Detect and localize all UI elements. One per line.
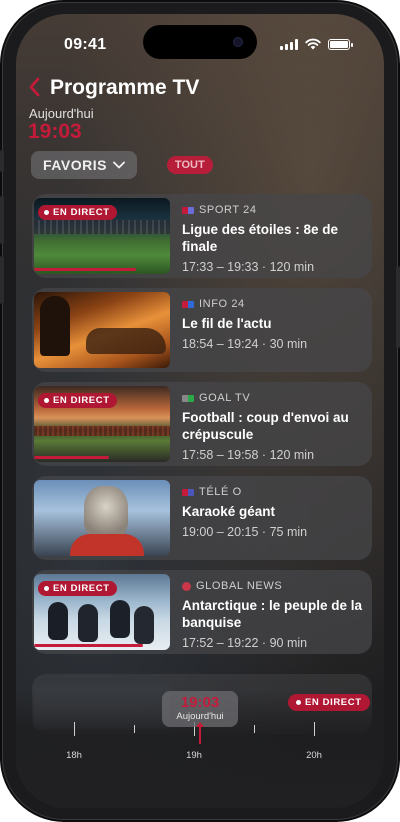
program-card[interactable]: EN DIRECT GLOBAL NEWS Antarctique : le p… [32,570,372,654]
header: Programme TV [28,76,199,100]
program-card[interactable]: EN DIRECT GOAL TV Football : coup d'envo… [32,382,372,466]
now-marker [196,722,204,744]
channel-logo-icon [182,394,194,402]
now-label: Aujourd'hui [176,711,224,722]
channel-name: INFO 24 [182,298,364,310]
chevron-down-icon [113,161,125,169]
channel-logo-icon [182,581,191,591]
status-icons [280,38,353,50]
cellular-signal-icon [280,38,298,50]
live-badge: EN DIRECT [38,205,117,220]
program-card[interactable]: EN DIRECT SPORT 24 Ligue des étoiles : 8… [32,194,372,278]
program-title: Football : coup d'envoi au crépuscule [182,410,349,442]
program-times: 19:00 – 20:15 · 75 min [182,525,308,539]
current-time: 19:03 [28,120,82,143]
power-button [396,266,400,348]
program-thumbnail: EN DIRECT [34,386,170,462]
program-thumbnail: EN DIRECT [34,574,170,650]
all-filter-label: TOUT [174,159,205,171]
favorites-filter-label: FAVORIS [43,157,107,173]
page-title: Programme TV [50,76,200,99]
program-thumbnail [34,292,170,368]
program-card[interactable]: TÉLÉ O Karaoké géant 19:00 – 20:15 · 75 … [32,476,372,560]
volume-up-button [0,196,4,244]
all-filter-button[interactable]: TOUT [166,156,213,174]
hour-label: 18h [66,750,82,761]
progress-bar [34,644,143,647]
progress-bar [34,268,136,271]
channel-name: SPORT 24 [182,204,364,216]
back-chevron-icon[interactable] [28,77,40,99]
action-button [0,150,4,172]
program-thumbnail: EN DIRECT [34,198,170,274]
program-thumbnail [34,480,170,556]
live-button[interactable]: EN DIRECT [288,694,370,711]
favorites-filter-button[interactable]: FAVORIS [31,151,137,179]
screen: 09:41 Programme TV Aujourd'hui 19:03 FAV… [16,14,384,808]
channel-logo-icon [182,488,194,496]
wifi-icon [305,38,321,50]
live-dot-icon [296,700,301,705]
status-time: 09:41 [64,36,107,53]
program-title: Le fil de l'actu [182,316,272,331]
progress-bar [34,456,109,459]
program-times: 17:58 – 19:58 · 120 min [182,448,315,462]
channel-name: GOAL TV [182,392,364,404]
filter-bar: FAVORIS TOUT [31,151,213,179]
now-time: 19:03 [180,694,220,711]
program-times: 17:52 – 19:22 · 90 min [182,636,308,650]
channel-logo-icon [182,300,194,308]
hour-label: 20h [306,750,322,761]
channel-logo-icon [182,206,194,214]
program-list: EN DIRECT SPORT 24 Ligue des étoiles : 8… [32,194,372,664]
hour-label: 19h [186,750,202,761]
program-times: 17:33 – 19:33 · 120 min [182,260,315,274]
live-badge: EN DIRECT [38,581,117,596]
program-title: Karaoké géant [182,504,276,519]
dynamic-island [143,25,257,59]
live-button-label: EN DIRECT [305,697,362,708]
battery-icon [328,38,353,50]
live-badge: EN DIRECT [38,393,117,408]
channel-name: TÉLÉ O [182,486,364,498]
program-times: 18:54 – 19:24 · 30 min [182,337,308,351]
today-label: Aujourd'hui [29,106,94,121]
volume-down-button [0,256,4,304]
program-title: Ligue des étoiles : 8e de finale [182,222,339,254]
program-card[interactable]: INFO 24 Le fil de l'actu 18:54 – 19:24 ·… [32,288,372,372]
program-title: Antarctique : le peuple de la banquise [182,598,363,630]
camera-icon [233,37,243,47]
channel-name: GLOBAL NEWS [182,580,364,592]
